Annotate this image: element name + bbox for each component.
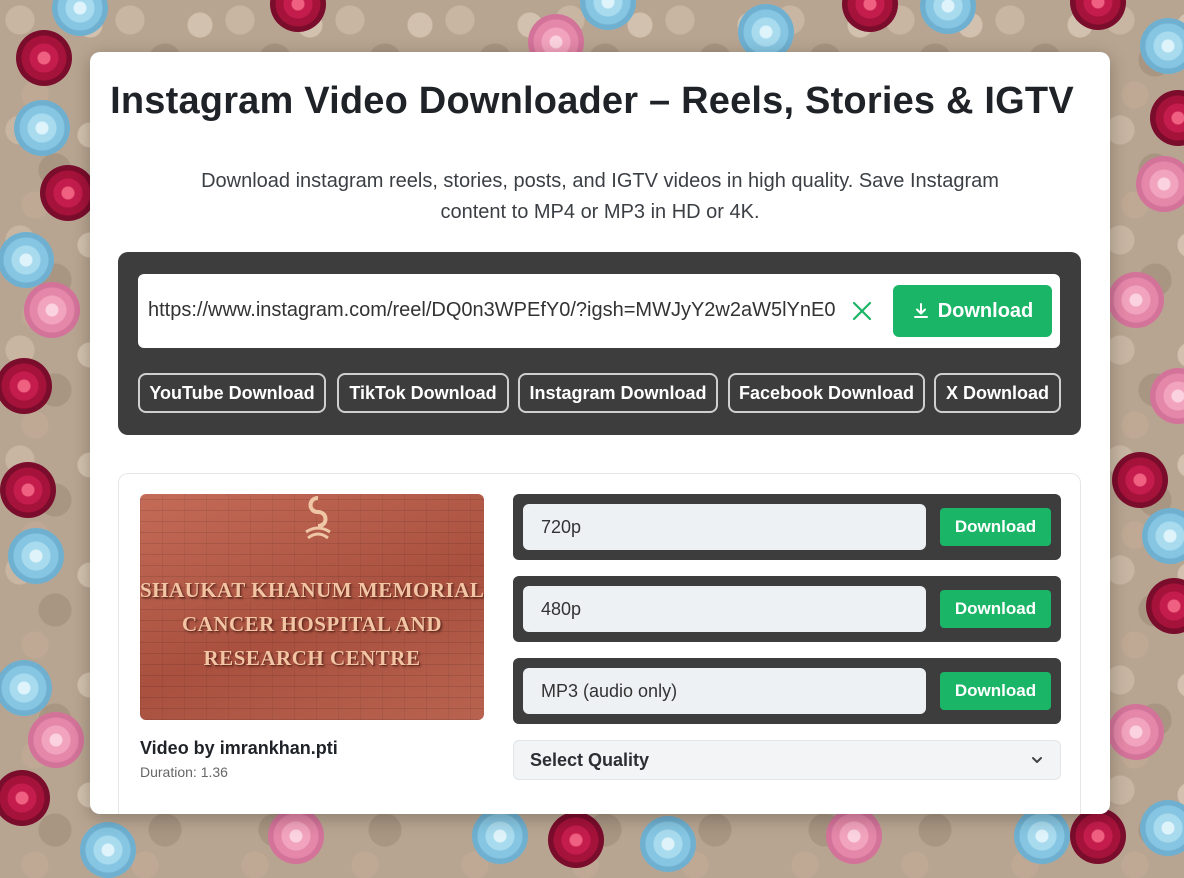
flower-decoration bbox=[548, 812, 604, 868]
video-thumbnail[interactable]: SHAUKAT KHANUM MEMORIAL CANCER HOSPITAL … bbox=[140, 494, 484, 720]
flower-decoration bbox=[842, 0, 898, 32]
flower-decoration bbox=[1136, 156, 1184, 212]
flower-decoration bbox=[0, 358, 52, 414]
close-icon bbox=[852, 301, 872, 321]
flower-decoration bbox=[1142, 508, 1184, 564]
x-download-button[interactable]: X Download bbox=[934, 373, 1061, 413]
flower-decoration bbox=[1112, 452, 1168, 508]
quality-row-480p: 480p Download bbox=[513, 576, 1061, 642]
thumbnail-text: RESEARCH CENTRE bbox=[203, 646, 421, 670]
quality-label: MP3 (audio only) bbox=[523, 668, 926, 714]
thumbnail-text: SHAUKAT KHANUM MEMORIAL bbox=[140, 578, 484, 602]
download-panel: Download YouTube Download TikTok Downloa… bbox=[118, 252, 1081, 435]
flower-decoration bbox=[1108, 272, 1164, 328]
flower-decoration bbox=[920, 0, 976, 34]
flower-decoration bbox=[1108, 704, 1164, 760]
clear-button[interactable] bbox=[848, 297, 876, 325]
download-480p-button[interactable]: Download bbox=[940, 590, 1051, 628]
quality-label: 480p bbox=[523, 586, 926, 632]
flower-decoration bbox=[1014, 808, 1070, 864]
facebook-download-button[interactable]: Facebook Download bbox=[728, 373, 925, 413]
flower-decoration bbox=[268, 808, 324, 864]
subtitle-line: content to MP4 or MP3 in HD or 4K. bbox=[440, 201, 760, 223]
flower-decoration bbox=[472, 808, 528, 864]
flower-decoration bbox=[0, 770, 50, 826]
download-button[interactable]: Download bbox=[893, 285, 1052, 337]
thumbnail-text: CANCER HOSPITAL AND bbox=[182, 612, 442, 636]
page-subtitle: Download instagram reels, stories, posts… bbox=[200, 166, 1000, 228]
flower-decoration bbox=[0, 660, 52, 716]
flower-decoration bbox=[28, 712, 84, 768]
flower-decoration bbox=[1140, 800, 1184, 856]
flower-decoration bbox=[8, 528, 64, 584]
flower-decoration bbox=[24, 282, 80, 338]
flower-decoration bbox=[270, 0, 326, 32]
flower-decoration bbox=[1150, 368, 1184, 424]
quality-row-720p: 720p Download bbox=[513, 494, 1061, 560]
youtube-download-button[interactable]: YouTube Download bbox=[138, 373, 326, 413]
tiktok-download-button[interactable]: TikTok Download bbox=[337, 373, 509, 413]
url-box: Download bbox=[138, 274, 1060, 348]
flower-decoration bbox=[1070, 0, 1126, 30]
flower-decoration bbox=[52, 0, 108, 36]
download-mp3-button[interactable]: Download bbox=[940, 672, 1051, 710]
flower-decoration bbox=[0, 462, 56, 518]
download-icon bbox=[913, 303, 928, 318]
url-input[interactable] bbox=[148, 292, 836, 328]
instagram-download-button[interactable]: Instagram Download bbox=[518, 373, 718, 413]
quality-label: 720p bbox=[523, 504, 926, 550]
flower-decoration bbox=[1146, 578, 1184, 634]
flower-decoration bbox=[1140, 18, 1184, 74]
quality-select-label: Select Quality bbox=[530, 749, 650, 770]
download-720p-button[interactable]: Download bbox=[940, 508, 1051, 546]
flower-decoration bbox=[1070, 808, 1126, 864]
result-panel: SHAUKAT KHANUM MEMORIAL CANCER HOSPITAL … bbox=[118, 473, 1081, 814]
flower-decoration bbox=[0, 232, 54, 288]
quality-row-mp3: MP3 (audio only) Download bbox=[513, 658, 1061, 724]
quality-select[interactable]: Select Quality bbox=[513, 740, 1061, 780]
hospital-logo-icon bbox=[305, 496, 331, 540]
chevron-down-icon bbox=[1032, 757, 1042, 763]
flower-decoration bbox=[580, 0, 636, 30]
video-author: Video by imrankhan.pti bbox=[140, 738, 338, 758]
flower-decoration bbox=[16, 30, 72, 86]
subtitle-line: Download instagram reels, stories, posts… bbox=[201, 170, 999, 192]
page-title: Instagram Video Downloader – Reels, Stor… bbox=[110, 80, 1074, 122]
flower-decoration bbox=[40, 165, 96, 221]
video-duration: Duration: 1.36 bbox=[140, 764, 228, 780]
download-button-label: Download bbox=[937, 299, 1034, 322]
flower-decoration bbox=[826, 808, 882, 864]
flower-decoration bbox=[80, 822, 136, 878]
